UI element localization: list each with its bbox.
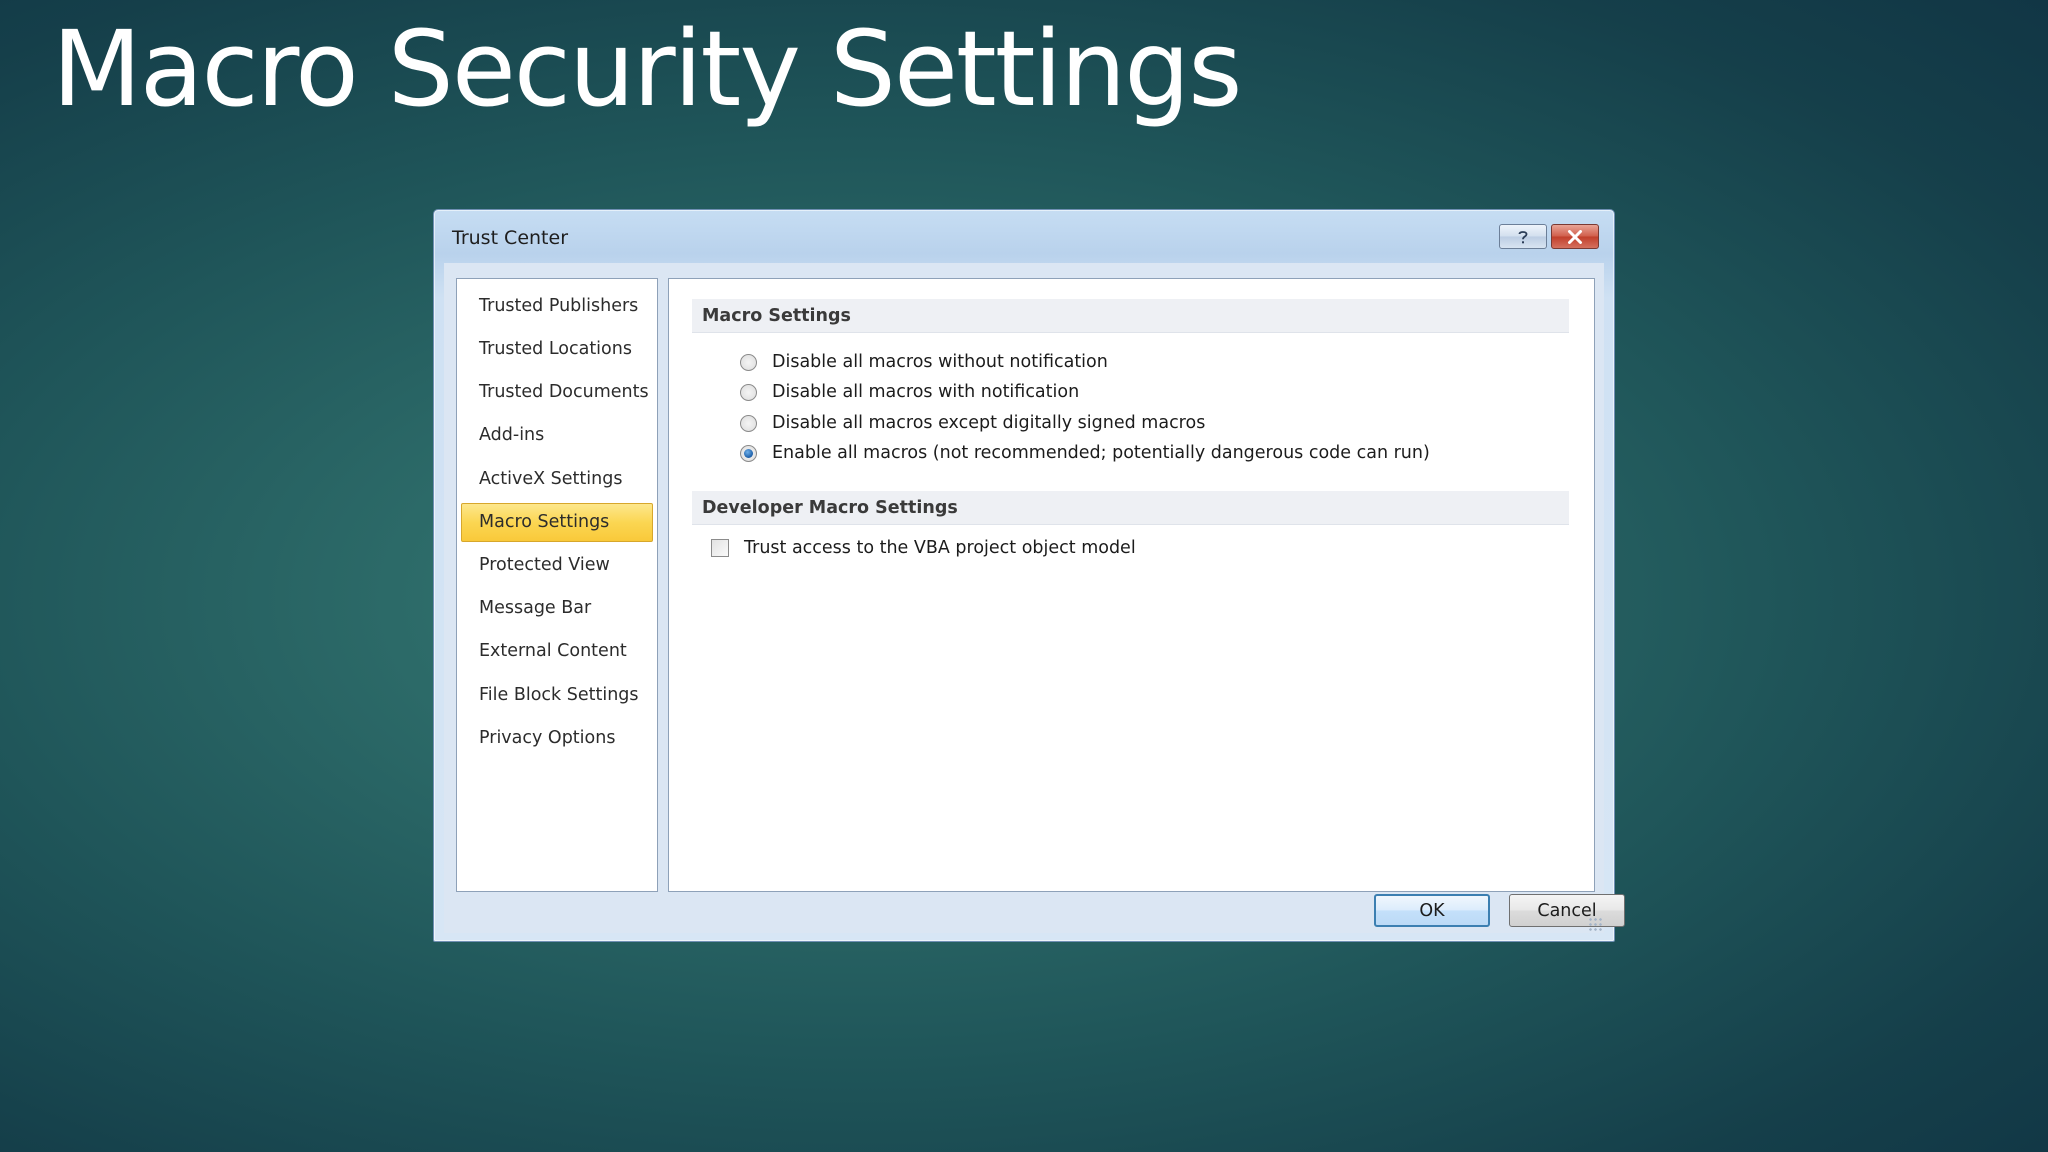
radio-label: Disable all macros except digitally sign… xyxy=(772,413,1206,433)
nav-item-external-content[interactable]: External Content xyxy=(461,632,653,671)
help-button[interactable] xyxy=(1499,224,1547,249)
nav-item-macro-settings[interactable]: Macro Settings xyxy=(461,503,653,542)
nav-item-trusted-documents[interactable]: Trusted Documents xyxy=(461,373,653,412)
radio-button-selected[interactable] xyxy=(740,444,757,462)
nav-item-message-bar[interactable]: Message Bar xyxy=(461,589,653,628)
radio-label: Disable all macros without notification xyxy=(772,352,1108,372)
trust-center-dialog: Trust Center Trusted Publishers Trusted … xyxy=(433,209,1625,942)
resize-grip[interactable] xyxy=(1588,917,1602,931)
category-list: Trusted Publishers Trusted Locations Tru… xyxy=(456,278,658,892)
macro-settings-header: Macro Settings xyxy=(692,299,1569,333)
dialog-client-area: Trusted Publishers Trusted Locations Tru… xyxy=(444,263,1625,933)
nav-item-activex-settings[interactable]: ActiveX Settings xyxy=(461,460,653,499)
dialog-title: Trust Center xyxy=(452,227,569,249)
vba-access-option[interactable]: Trust access to the VBA project object m… xyxy=(711,535,1136,561)
radio-button[interactable] xyxy=(740,414,757,432)
ok-button[interactable]: OK xyxy=(1374,894,1490,927)
developer-macro-settings-header: Developer Macro Settings xyxy=(692,491,1569,525)
radio-disable-with-notification[interactable]: Disable all macros with notification xyxy=(740,379,1079,405)
radio-label: Enable all macros (not recommended; pote… xyxy=(772,443,1430,463)
vba-access-checkbox[interactable] xyxy=(711,539,729,557)
radio-disable-except-signed[interactable]: Disable all macros except digitally sign… xyxy=(740,410,1205,436)
nav-item-add-ins[interactable]: Add-ins xyxy=(461,416,653,455)
radio-label: Disable all macros with notification xyxy=(772,382,1080,402)
nav-item-file-block-settings[interactable]: File Block Settings xyxy=(461,676,653,715)
nav-item-privacy-options[interactable]: Privacy Options xyxy=(461,719,653,758)
nav-item-trusted-locations[interactable]: Trusted Locations xyxy=(461,330,653,369)
cancel-button[interactable]: Cancel xyxy=(1509,894,1625,927)
radio-button[interactable] xyxy=(740,383,757,401)
radio-enable-all[interactable]: Enable all macros (not recommended; pote… xyxy=(740,440,1430,466)
radio-button[interactable] xyxy=(740,353,757,371)
question-mark-icon xyxy=(1518,230,1528,243)
settings-panel: Macro Settings Disable all macros withou… xyxy=(668,278,1595,892)
close-button[interactable] xyxy=(1551,224,1599,249)
close-x-icon xyxy=(1568,229,1582,244)
radio-disable-no-notification[interactable]: Disable all macros without notification xyxy=(740,349,1108,375)
nav-item-protected-view[interactable]: Protected View xyxy=(461,546,653,585)
slide-title: Macro Security Settings xyxy=(52,8,1242,130)
nav-item-trusted-publishers[interactable]: Trusted Publishers xyxy=(461,287,653,326)
vba-access-label: Trust access to the VBA project object m… xyxy=(744,538,1136,558)
